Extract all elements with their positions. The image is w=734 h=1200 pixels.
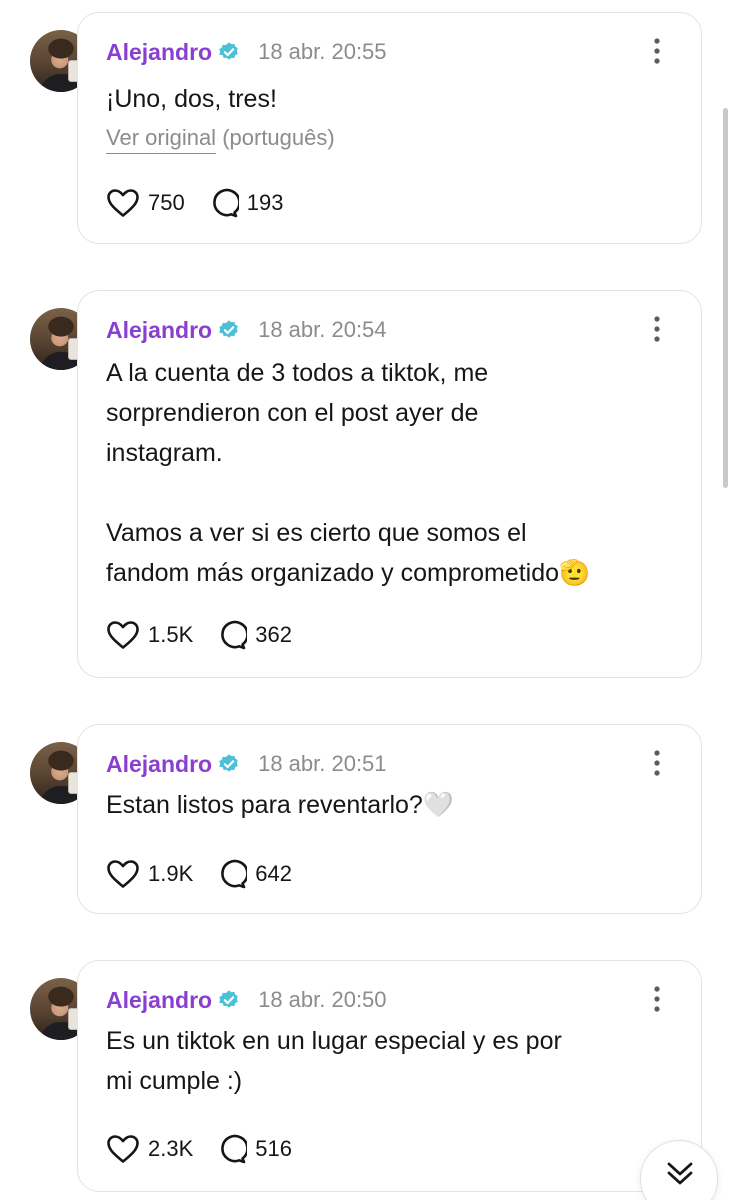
post-time: 18 abr. 20:54 (258, 317, 387, 342)
post-text: Estan listos para reventarlo?🤍 (106, 791, 454, 819)
like-button[interactable]: 750 (106, 188, 185, 218)
post-actions: 1.5K 362 (106, 619, 316, 651)
post-actions: 1.9K 642 (106, 858, 316, 890)
like-count: 2.3K (148, 1136, 194, 1161)
post-header: Alejandro 18 abr. 20:51 (106, 749, 387, 779)
verified-badge-icon (219, 320, 238, 338)
post: Alejandro 18 abr. 20:51 Estan listos par… (0, 724, 734, 914)
see-original-link[interactable]: Ver original (106, 125, 217, 154)
post-card[interactable]: Alejandro 18 abr. 20:50 Es un tiktok en … (77, 960, 702, 1192)
reply-button[interactable]: 642 (217, 859, 292, 889)
post-card[interactable]: Alejandro 18 abr. 20:51 Estan listos par… (77, 724, 702, 914)
post-card[interactable]: Alejandro 18 abr. 20:55 ¡Uno, dos, tres!… (77, 12, 702, 244)
post-text: ¡Uno, dos, tres! (106, 85, 277, 113)
threads-feed: Alejandro 18 abr. 20:55 ¡Uno, dos, tres!… (0, 0, 734, 1200)
verified-badge-icon (219, 990, 238, 1008)
author-name[interactable]: Alejandro (106, 39, 212, 66)
post-header: Alejandro 18 abr. 20:50 (106, 985, 387, 1015)
more-vertical-icon[interactable] (653, 315, 661, 343)
reply-button[interactable]: 516 (217, 1134, 292, 1164)
like-button[interactable]: 1.9K (106, 859, 193, 889)
post-text: Es un tiktok en un lugar especial y es p… (106, 1027, 562, 1095)
reply-count: 193 (246, 190, 284, 215)
chevron-double-down-icon (667, 1162, 693, 1185)
author-name[interactable]: Alejandro (106, 987, 212, 1014)
scrollbar[interactable] (723, 108, 728, 488)
author-name[interactable]: Alejandro (106, 751, 212, 778)
more-vertical-icon[interactable] (653, 749, 661, 777)
speech-bubble-icon (221, 620, 248, 650)
verified-badge-icon (219, 754, 238, 772)
post: Alejandro 18 abr. 20:55 ¡Uno, dos, tres!… (0, 12, 734, 244)
heart-icon (107, 621, 139, 649)
post-header: Alejandro 18 abr. 20:54 (106, 315, 387, 345)
post-time: 18 abr. 20:55 (258, 39, 387, 64)
post-actions: 750 193 (106, 187, 307, 219)
reply-count: 516 (255, 1136, 292, 1161)
like-count: 1.5K (148, 622, 194, 647)
original-language: (português) (216, 125, 335, 150)
like-count: 750 (148, 190, 185, 215)
verified-badge-icon (219, 42, 238, 60)
post-header: Alejandro 18 abr. 20:55 (106, 37, 387, 67)
reply-count: 642 (255, 861, 292, 886)
heart-icon (107, 189, 139, 217)
post: Alejandro 18 abr. 20:54 A la cuenta de 3… (0, 290, 734, 678)
author-name[interactable]: Alejandro (106, 317, 212, 344)
reply-button[interactable]: 362 (217, 620, 292, 650)
more-vertical-icon[interactable] (653, 37, 661, 65)
like-count: 1.9K (148, 861, 194, 886)
translation-note: Ver original (português) (106, 125, 335, 154)
like-button[interactable]: 2.3K (106, 1134, 193, 1164)
reply-count: 362 (255, 622, 292, 647)
post: Alejandro 18 abr. 20:50 Es un tiktok en … (0, 960, 734, 1200)
post-actions: 2.3K 516 (106, 1133, 316, 1165)
like-button[interactable]: 1.5K (106, 620, 193, 650)
post-time: 18 abr. 20:50 (258, 987, 387, 1012)
more-vertical-icon[interactable] (653, 985, 661, 1013)
post-text: A la cuenta de 3 todos a tiktok, me sorp… (106, 359, 591, 587)
reply-button[interactable]: 193 (209, 188, 284, 218)
heart-icon (107, 1135, 139, 1163)
heart-icon (107, 860, 139, 888)
post-card[interactable]: Alejandro 18 abr. 20:54 A la cuenta de 3… (77, 290, 702, 678)
speech-bubble-icon (221, 859, 248, 889)
post-time: 18 abr. 20:51 (258, 751, 387, 776)
speech-bubble-icon (212, 188, 239, 218)
speech-bubble-icon (221, 1134, 248, 1164)
